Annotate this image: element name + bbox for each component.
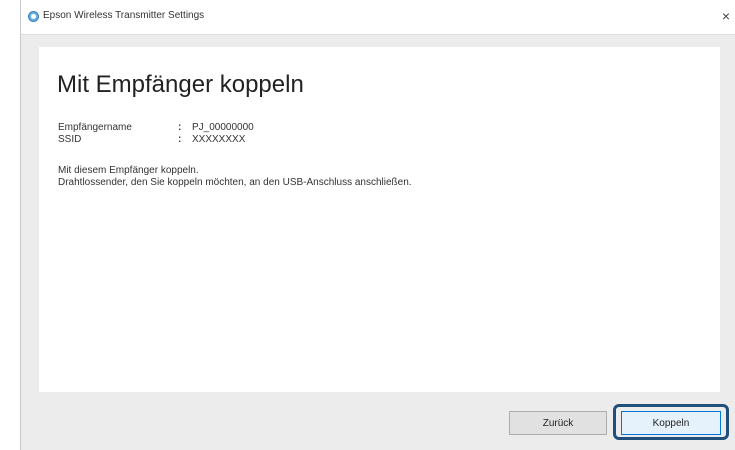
ssid-row: SSID: XXXXXXXX xyxy=(58,134,245,145)
title-bar: Epson Wireless Transmitter Settings × xyxy=(21,0,735,35)
page-title: Mit Empfänger koppeln xyxy=(57,71,304,98)
receiver-name-label: Empfängername xyxy=(58,122,132,133)
receiver-name-row: Empfängername: PJ_00000000 xyxy=(58,122,254,133)
content-panel: Mit Empfänger koppeln Empfängername: PJ_0… xyxy=(39,47,720,392)
usb-instruction-message: Drahtlossender, den Sie koppeln möchten,… xyxy=(58,177,412,188)
receiver-name-separator: : xyxy=(178,122,182,133)
epson-app-icon xyxy=(28,11,39,22)
pair-message: Mit diesem Empfänger koppeln. xyxy=(58,165,199,176)
ssid-label: SSID xyxy=(58,134,82,145)
close-icon[interactable]: × xyxy=(718,8,734,24)
receiver-name-value: PJ_00000000 xyxy=(192,122,254,133)
back-button[interactable]: Zurück xyxy=(509,411,607,435)
settings-window: Epson Wireless Transmitter Settings × Mi… xyxy=(20,0,735,450)
window-title: Epson Wireless Transmitter Settings xyxy=(43,10,205,21)
ssid-value: XXXXXXXX xyxy=(192,134,246,145)
pair-button[interactable]: Koppeln xyxy=(621,411,721,435)
ssid-separator: : xyxy=(178,134,182,145)
